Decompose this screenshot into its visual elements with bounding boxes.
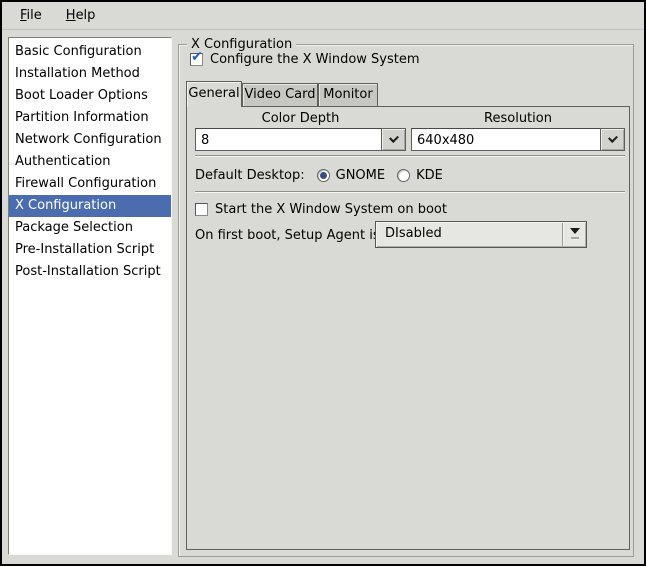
setup-agent-label-row: On first boot, Setup Agent is: (195, 222, 384, 248)
configure-x-checkbox-label: Configure the X Window System (210, 52, 420, 67)
separator (195, 191, 625, 193)
kickstart-configurator-window: File Help Basic Configuration Installati… (0, 0, 646, 566)
radio-kde-circle (397, 169, 410, 182)
sidebar-item-package-selection[interactable]: Package Selection (9, 217, 171, 239)
arrow-down-icon (570, 228, 580, 234)
radio-dot (320, 172, 327, 179)
radio-kde-label: KDE (416, 168, 443, 183)
menu-help-label: Help (66, 8, 96, 23)
start-x-checkbox-label: Start the X Window System on boot (215, 202, 447, 217)
sidebar-item-boot-loader-options[interactable]: Boot Loader Options (9, 85, 171, 107)
color-depth-dropdown-button[interactable] (381, 128, 406, 151)
sidebar-item-pre-installation-script[interactable]: Pre-Installation Script (9, 239, 171, 261)
check-icon: ✔ (191, 50, 203, 64)
separator (195, 155, 625, 157)
general-tab-page: Color Depth Resolution Default Desktop: … (186, 106, 630, 550)
radio-kde[interactable]: KDE (397, 168, 443, 183)
tab-video-card[interactable]: Video Card (242, 83, 318, 106)
menubar: File Help (2, 2, 644, 30)
chevron-down-icon (608, 133, 618, 143)
color-depth-label: Color Depth (195, 111, 406, 127)
menu-file[interactable]: File (8, 5, 54, 27)
sidebar-item-post-installation-script[interactable]: Post-Installation Script (9, 261, 171, 283)
resolution-dropdown-button[interactable] (600, 128, 625, 151)
dash-icon (571, 237, 579, 239)
default-desktop-row: Default Desktop: GNOME KDE (195, 164, 443, 186)
sidebar-item-authentication[interactable]: Authentication (9, 151, 171, 173)
setup-agent-label: On first boot, Setup Agent is: (195, 228, 384, 243)
section-list: Basic Configuration Installation Method … (8, 37, 172, 555)
sidebar-item-installation-method[interactable]: Installation Method (9, 63, 171, 85)
radio-gnome-label: GNOME (336, 168, 385, 183)
sidebar-item-firewall-configuration[interactable]: Firewall Configuration (9, 173, 171, 195)
sidebar-item-basic-configuration[interactable]: Basic Configuration (9, 41, 171, 63)
setup-agent-dropdown[interactable]: DIsabled (375, 221, 587, 248)
resolution-input[interactable] (411, 128, 601, 151)
radio-gnome[interactable]: GNOME (317, 168, 385, 183)
tab-general[interactable]: General (186, 81, 242, 107)
radio-gnome-circle (317, 169, 330, 182)
color-depth-input[interactable] (195, 128, 382, 151)
sidebar-item-network-configuration[interactable]: Network Configuration (9, 129, 171, 151)
sidebar-item-x-configuration[interactable]: X Configuration (9, 195, 171, 217)
start-x-on-boot-checkbox[interactable]: ✔ Start the X Window System on boot (195, 201, 447, 218)
resolution-label: Resolution (411, 111, 625, 127)
sidebar-item-partition-information[interactable]: Partition Information (9, 107, 171, 129)
start-x-checkbox-box: ✔ (195, 203, 208, 216)
default-desktop-label: Default Desktop: (195, 168, 305, 183)
chevron-down-icon (389, 133, 399, 143)
configure-x-checkbox-box: ✔ (190, 53, 203, 66)
menu-help[interactable]: Help (54, 5, 108, 27)
configure-x-checkbox[interactable]: ✔ Configure the X Window System (190, 51, 420, 68)
tab-monitor[interactable]: Monitor (318, 83, 378, 106)
setup-agent-value: DIsabled (385, 226, 442, 241)
menu-file-label: File (20, 8, 42, 23)
dropdown-indicator (562, 223, 586, 246)
